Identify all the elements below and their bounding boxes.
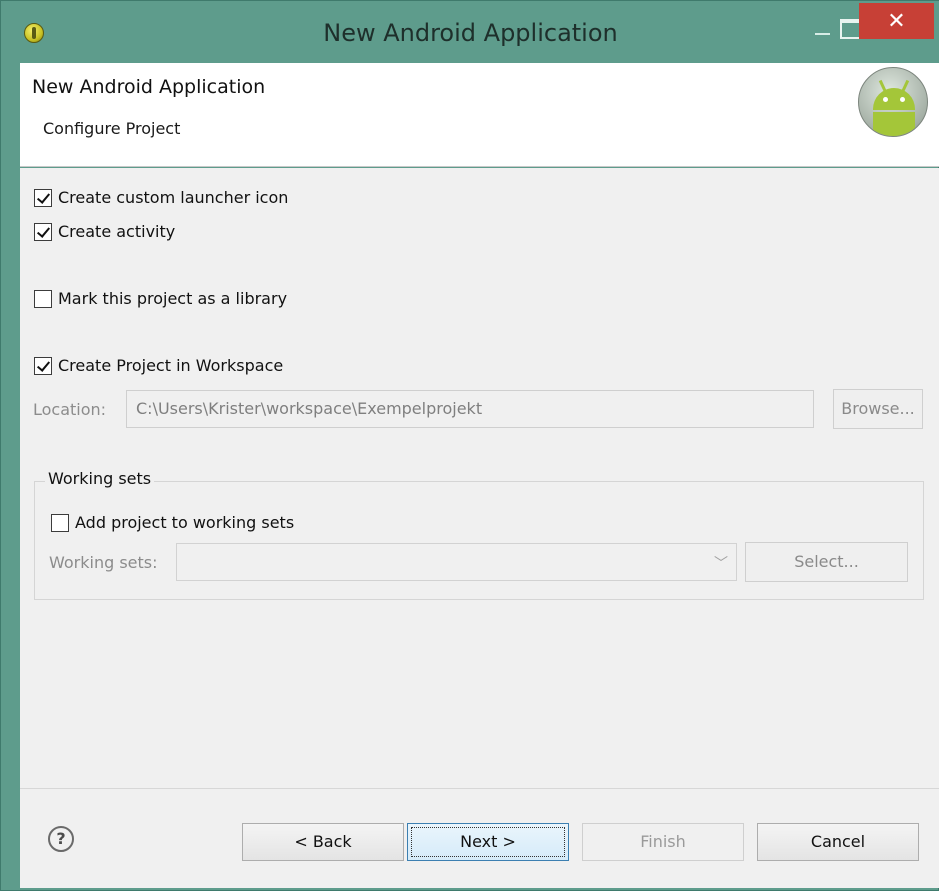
wizard-content: Create custom launcher icon Create activ… [20,168,939,788]
mark-library-checkbox[interactable]: Mark this project as a library [34,289,287,308]
checkbox-label: Create activity [58,222,176,241]
checkbox-box[interactable] [51,513,69,532]
checkbox-label: Create custom launcher icon [58,188,289,207]
checkbox-box[interactable] [34,356,52,375]
dialog-window: New Android Application ✕ New Android Ap… [0,0,939,891]
working-sets-group-title: Working sets [45,469,155,488]
close-button[interactable]: ✕ [859,3,934,39]
finish-button: Finish [582,823,744,861]
android-eye-right [900,97,905,102]
window-title: New Android Application [323,19,618,47]
minimize-button[interactable] [808,6,834,40]
close-icon: ✕ [887,9,906,34]
create-activity-checkbox[interactable]: Create activity [34,222,175,241]
android-eye-left [883,97,888,102]
checkbox-label: Create Project in Workspace [58,356,284,375]
help-icon[interactable]: ? [48,826,74,852]
location-field: C:\Users\Krister\workspace\Exempelprojek… [126,390,814,428]
maximize-button[interactable] [835,6,861,40]
android-body [873,112,915,136]
wizard-footer: ? < Back Next > Finish Cancel [20,788,939,888]
title-bar[interactable]: New Android Application ✕ [1,1,939,63]
select-working-sets-button: Select... [745,542,908,582]
working-sets-label: Working sets: [49,553,158,572]
checkbox-box[interactable] [34,289,52,308]
add-to-working-sets-checkbox[interactable]: Add project to working sets [51,513,294,532]
focus-ring [411,827,565,857]
location-label: Location: [33,400,107,419]
back-button[interactable]: < Back [242,823,404,861]
wizard-title: New Android Application [32,76,266,98]
checkbox-label: Add project to working sets [75,513,295,532]
wizard-subtitle: Configure Project [43,119,181,138]
wizard-header: New Android Application Configure Projec… [20,63,939,167]
working-sets-group [34,481,924,600]
create-in-workspace-checkbox[interactable]: Create Project in Workspace [34,356,283,375]
checkbox-label: Mark this project as a library [58,289,288,308]
browse-button: Browse... [833,389,923,429]
checkbox-box[interactable] [34,188,52,207]
checkbox-box[interactable] [34,222,52,241]
android-logo-icon [858,67,928,137]
cancel-button[interactable]: Cancel [757,823,919,861]
chevron-down-icon: ﹀ [714,556,728,572]
create-launcher-icon-checkbox[interactable]: Create custom launcher icon [34,188,288,207]
working-sets-dropdown: ﹀ [176,543,737,581]
next-button[interactable]: Next > [407,823,569,861]
android-head [873,88,915,110]
